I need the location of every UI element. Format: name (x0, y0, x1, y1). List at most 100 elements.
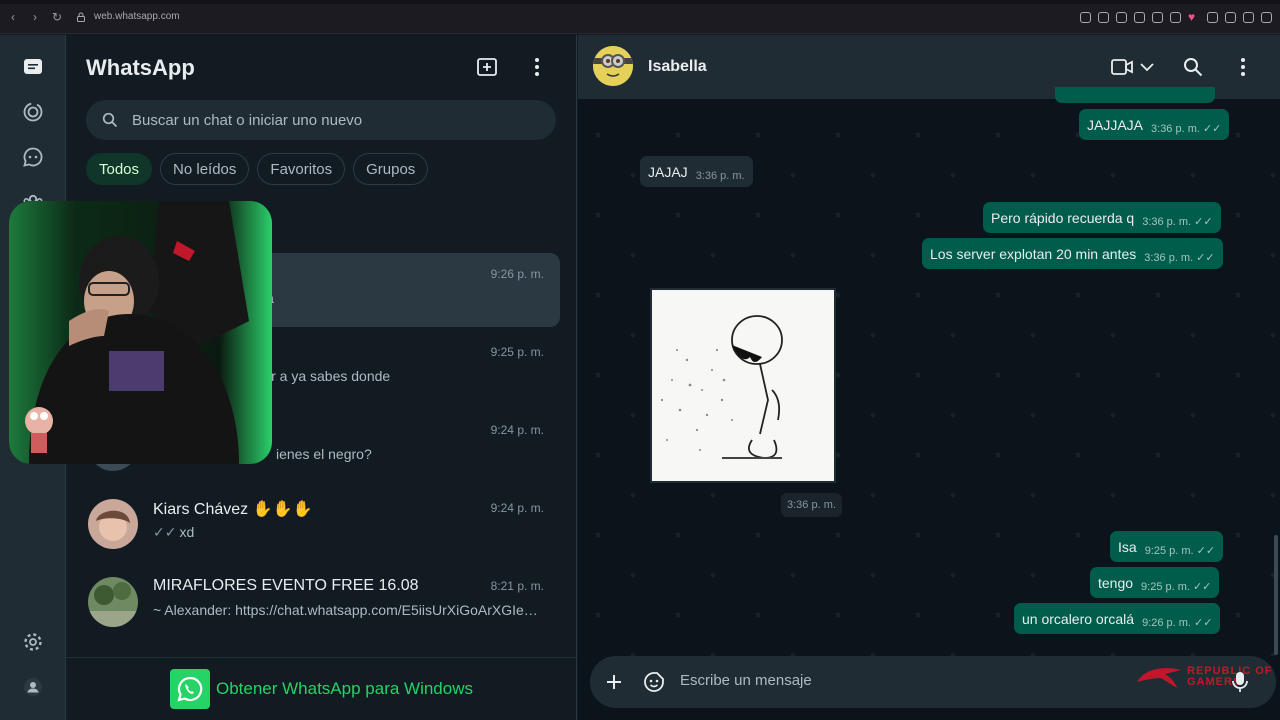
play-icon[interactable] (1170, 12, 1181, 23)
message-time: 9:25 p. m. (1141, 580, 1190, 593)
settings-nav-button[interactable] (17, 626, 49, 658)
minion-avatar-image (593, 46, 633, 86)
shield-icon[interactable] (1134, 12, 1145, 23)
back-icon[interactable]: ‹ (4, 8, 22, 26)
chat-time: 9:24 p. m. (490, 423, 544, 437)
call-options-dropdown[interactable] (1135, 55, 1159, 79)
message-bubble-out[interactable]: tengo 9:25 p. m. ✓✓ (1090, 567, 1220, 598)
profile-icon (24, 678, 42, 696)
snapshot-icon[interactable] (1116, 12, 1127, 23)
search-bar[interactable] (86, 100, 556, 140)
avatar (88, 577, 138, 627)
chat-time: 8:21 p. m. (490, 579, 544, 593)
new-chat-button[interactable] (475, 55, 499, 79)
kiars-avatar-image (88, 499, 138, 549)
webcam-overlay (9, 201, 272, 464)
search-input[interactable] (132, 111, 532, 129)
channels-icon (23, 147, 43, 167)
get-whatsapp-banner[interactable]: Obtener WhatsApp para Windows (66, 657, 577, 720)
forward-icon[interactable]: › (26, 8, 44, 26)
message-bubble-in[interactable]: JAJAJ 3:36 p. m. (640, 156, 753, 187)
double-check-icon: ✓✓ (153, 524, 177, 540)
sketch-drawing-image (652, 290, 834, 481)
video-camera-icon (1111, 59, 1133, 75)
video-call-button[interactable] (1110, 55, 1134, 79)
conversation-scrollbar[interactable] (1274, 535, 1278, 655)
extension-icons: ♥ (1080, 11, 1272, 23)
conversation-panel: Isabella JAJJAJA 3:36 p. m. ✓✓ JAJAJ 3:3… (578, 35, 1280, 720)
chat-time: 9:24 p. m. (490, 501, 544, 515)
filter-chip-no-leidos[interactable]: No leídos (160, 153, 250, 185)
chat-name: Kiars Chávez ✋✋✋ (153, 501, 313, 518)
filter-chips: Todos No leídos Favoritos Grupos (86, 153, 429, 185)
double-check-icon: ✓✓ (1196, 545, 1216, 557)
filter-chip-grupos[interactable]: Grupos (353, 153, 429, 185)
hands-emoji-icon: ✋✋✋ (252, 501, 313, 518)
status-nav-button[interactable] (17, 96, 49, 128)
message-bubble-out[interactable]: un orcalero orcalá 9:26 p. m. ✓✓ (1014, 603, 1221, 634)
search-icon (102, 112, 118, 128)
message-text: tengo (1098, 574, 1134, 591)
chat-name: MIRAFLORES EVENTO FREE 16.08 (153, 577, 419, 594)
message-bubble-out[interactable]: Pero rápido recuerda q 3:36 p. m. ✓✓ (983, 202, 1221, 233)
miraflores-avatar-image (88, 577, 138, 627)
download-icon[interactable] (1243, 12, 1254, 23)
cube-icon[interactable] (1225, 12, 1236, 23)
chat-time: 9:25 p. m. (490, 345, 544, 359)
message-bubble-out[interactable]: Los server explotan 20 min antes 3:36 p.… (922, 238, 1223, 269)
image-message[interactable] (650, 288, 836, 483)
double-check-icon: ✓✓ (1196, 252, 1215, 264)
heart-icon[interactable]: ♥ (1188, 11, 1200, 23)
kebab-menu-icon (535, 58, 539, 76)
sticker-icon (644, 672, 664, 692)
kebab-menu-icon (1241, 58, 1245, 76)
chat-row[interactable]: MIRAFLORES EVENTO FREE 16.08 8:21 p. m. … (76, 565, 560, 639)
message-composer: REPUBLIC OF GAMERS (578, 656, 1280, 720)
message-bubble-partial (1055, 87, 1215, 103)
contact-avatar[interactable] (593, 46, 633, 86)
app-title: WhatsApp (86, 55, 195, 80)
message-bubble-out[interactable]: Isa 9:25 p. m. ✓✓ (1110, 531, 1224, 562)
address-bar[interactable]: web.whatsapp.com (76, 11, 180, 22)
get-app-label: Obtener WhatsApp para Windows (215, 679, 473, 698)
pin-icon[interactable] (1098, 12, 1109, 23)
search-icon (1184, 58, 1203, 77)
conversation-menu-button[interactable] (1231, 55, 1255, 79)
sticker-button[interactable] (642, 670, 666, 694)
search-messages-button[interactable] (1181, 55, 1205, 79)
menu-button[interactable] (525, 55, 549, 79)
attach-button[interactable] (602, 670, 626, 694)
browser-tabstrip (0, 0, 1280, 4)
url-text: web.whatsapp.com (94, 11, 180, 22)
message-text: Los server explotan 20 min antes (930, 245, 1137, 262)
zoom-icon[interactable] (1080, 12, 1091, 23)
message-time: 3:36 p. m. (1142, 215, 1192, 228)
message-text: Pero rápido recuerda q (991, 209, 1135, 226)
voice-message-button[interactable] (1228, 670, 1252, 694)
webcam-image (9, 201, 272, 464)
menu-icon[interactable] (1261, 12, 1272, 23)
double-check-icon: ✓✓ (1193, 617, 1213, 629)
channels-nav-button[interactable] (17, 141, 49, 173)
browser-toolbar: ‹ › ↻ web.whatsapp.com ♥ (0, 0, 1280, 34)
whatsapp-logo-icon (169, 669, 210, 709)
vpn-icon[interactable] (1152, 12, 1163, 23)
message-time: 9:26 p. m. (1142, 616, 1191, 629)
message-text: JAJAJ (648, 163, 688, 180)
extensions-icon[interactable] (1207, 12, 1218, 23)
gear-icon (24, 633, 42, 651)
chats-nav-button[interactable] (17, 51, 49, 83)
filter-chip-todos[interactable]: Todos (86, 153, 153, 185)
filter-chip-favoritos[interactable]: Favoritos (257, 153, 346, 185)
chat-preview: ✓✓ xd (153, 524, 195, 540)
message-text: un orcalero orcalá (1022, 610, 1135, 627)
double-check-icon: ✓✓ (1202, 123, 1222, 135)
microphone-icon (1232, 672, 1248, 692)
chat-row[interactable]: Kiars Chávez ✋✋✋ 9:24 p. m. ✓✓ xd (76, 487, 560, 561)
profile-nav-button[interactable] (17, 671, 49, 703)
message-bubble-out[interactable]: JAJJAJA 3:36 p. m. ✓✓ (1079, 109, 1230, 140)
double-check-icon: ✓✓ (1194, 216, 1213, 228)
message-input[interactable] (680, 672, 1120, 689)
reload-icon[interactable]: ↻ (48, 8, 66, 26)
message-time: 3:36 p. m. (695, 169, 745, 182)
